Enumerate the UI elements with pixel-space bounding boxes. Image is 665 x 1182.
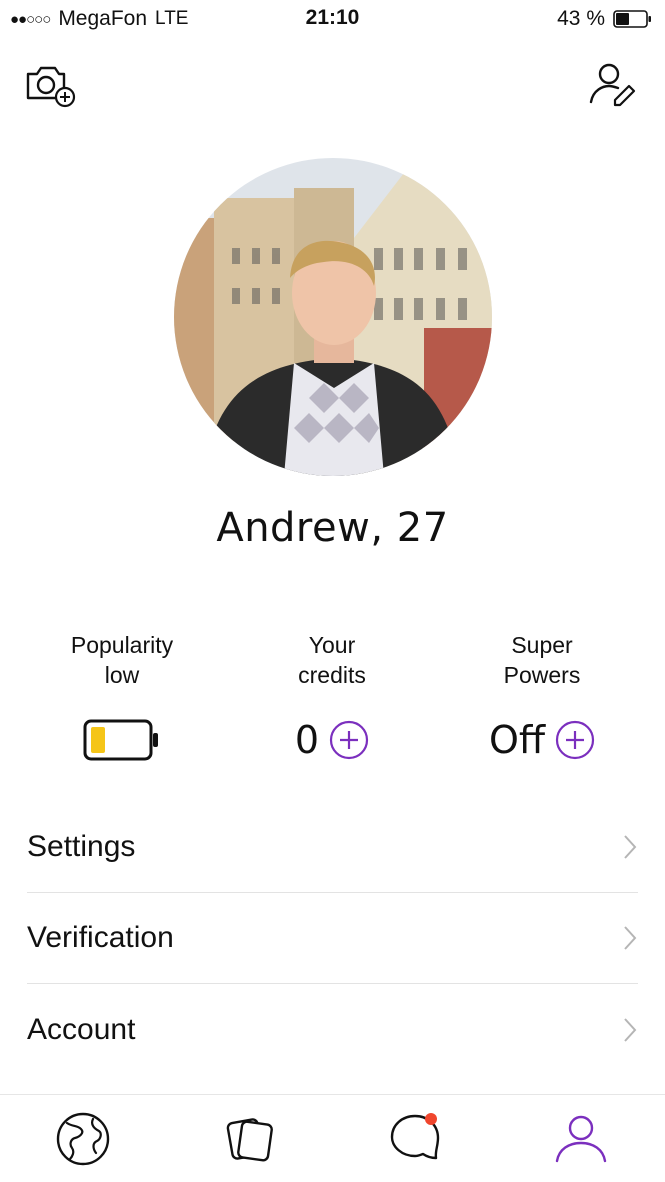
- chevron-right-icon: [624, 1017, 637, 1042]
- add-credits-button[interactable]: [329, 720, 369, 760]
- menu-item-label: Account: [27, 1012, 136, 1046]
- profile-name: Andrew, 27: [216, 505, 449, 551]
- credits-label-line2: credits: [298, 662, 366, 688]
- chevron-right-icon: [624, 926, 637, 950]
- status-bar: ●●○○○ MegaFon LTE 21:10 43 %: [0, 0, 665, 38]
- chevron-right-icon: [624, 835, 637, 859]
- super-powers-label-line2: Powers: [503, 662, 581, 688]
- credits-value: 0: [294, 718, 320, 762]
- notification-dot-icon: [425, 1113, 437, 1125]
- activate-super-powers-button[interactable]: [555, 720, 595, 760]
- tab-chat-icon[interactable]: [385, 1109, 445, 1169]
- popularity-label: Popularity: [70, 632, 174, 658]
- super-powers-value: Off: [488, 718, 546, 762]
- tab-bar: [0, 1094, 665, 1182]
- super-powers-stat: Super Powers Off: [432, 630, 652, 762]
- profile-photo-image: [174, 158, 492, 476]
- profile-photo[interactable]: [174, 158, 492, 476]
- credits-stat: Your credits 0: [222, 630, 442, 762]
- menu-item-account[interactable]: Account: [27, 984, 638, 1075]
- menu-item-verification[interactable]: Verification: [27, 893, 638, 984]
- battery-info: 43 %: [557, 7, 653, 31]
- battery-icon: [613, 10, 651, 28]
- menu-item-settings[interactable]: Settings: [27, 802, 638, 893]
- profile-stats: Popularity low Your credits 0 Super Powe…: [0, 630, 665, 762]
- credits-label-line1: Your: [308, 632, 356, 658]
- super-powers-label-line1: Super: [511, 632, 573, 658]
- popularity-level-label: low: [104, 662, 140, 688]
- tab-explore-globe-icon[interactable]: [53, 1109, 113, 1169]
- battery-percent: 43 %: [557, 7, 605, 30]
- menu-item-label: Verification: [27, 921, 174, 954]
- profile-menu: Settings Verification Account: [27, 802, 638, 1075]
- popularity-battery-icon: [83, 719, 158, 761]
- popularity-stat[interactable]: Popularity low: [12, 630, 232, 762]
- tab-cards-icon[interactable]: [220, 1109, 280, 1169]
- menu-item-label: Settings: [27, 830, 136, 863]
- tab-profile-icon[interactable]: [551, 1109, 611, 1169]
- edit-profile-icon[interactable]: [587, 60, 641, 110]
- add-photo-icon[interactable]: [24, 60, 78, 110]
